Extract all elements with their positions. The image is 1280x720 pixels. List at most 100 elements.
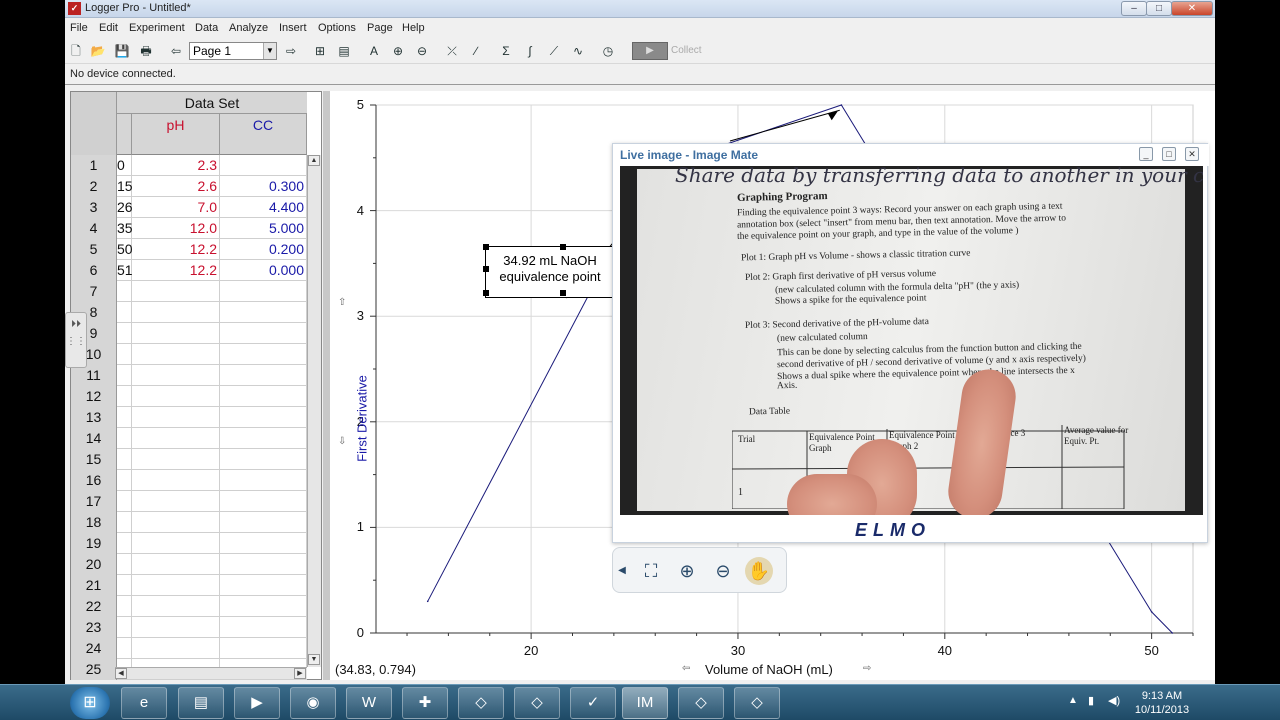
tangent-icon[interactable]: ∕ — [467, 42, 485, 60]
table-row[interactable]: 5 50 12.2 0.200 — [71, 239, 307, 260]
cell-volume[interactable] — [117, 386, 132, 407]
cell-ph[interactable] — [132, 617, 220, 638]
row-number[interactable]: 24 — [71, 638, 117, 659]
cell-volume[interactable] — [117, 470, 132, 491]
cell-cc[interactable] — [220, 365, 307, 386]
table-row[interactable]: 10 — [71, 344, 307, 365]
row-number[interactable]: 7 — [71, 281, 117, 302]
collapse-arrow-icon[interactable]: ◀ — [615, 557, 629, 585]
cell-volume[interactable] — [117, 323, 132, 344]
table-row[interactable]: 4 35 12.0 5.000 — [71, 218, 307, 239]
resize-handle[interactable] — [560, 290, 566, 296]
cell-ph[interactable] — [132, 344, 220, 365]
cell-volume[interactable] — [117, 344, 132, 365]
cell-volume[interactable]: 35 — [117, 218, 133, 239]
cell-ph[interactable] — [132, 323, 220, 344]
cell-cc[interactable] — [220, 344, 307, 365]
table-row[interactable]: 11 — [71, 365, 307, 386]
menu-page[interactable]: Page — [367, 22, 393, 34]
close-button[interactable]: ✕ — [1171, 1, 1213, 16]
cell-ph[interactable] — [132, 407, 220, 428]
minimize-icon[interactable]: _ — [1139, 147, 1153, 161]
cell-ph[interactable]: 2.3 — [132, 155, 220, 176]
table-row[interactable]: 17 — [71, 491, 307, 512]
table-row[interactable]: 9 — [71, 323, 307, 344]
table-row[interactable]: 14 — [71, 428, 307, 449]
cell-volume[interactable] — [117, 407, 132, 428]
meter-icon[interactable]: ▤ — [335, 42, 353, 60]
table-horizontal-scrollbar[interactable]: ◀ ▶ — [115, 667, 307, 679]
cell-volume[interactable] — [117, 575, 132, 596]
menu-help[interactable]: Help — [402, 22, 425, 34]
next-page-icon[interactable]: ⇨ — [282, 42, 300, 60]
cell-ph[interactable]: 7.0 — [132, 197, 220, 218]
cell-ph[interactable] — [132, 638, 220, 659]
cell-cc[interactable]: 0.200 — [220, 239, 307, 260]
save-icon[interactable]: 💾 — [113, 42, 131, 60]
table-row[interactable]: 1 0 2.3 — [71, 155, 307, 176]
cell-cc[interactable] — [220, 533, 307, 554]
cell-cc[interactable]: 4.400 — [220, 197, 307, 218]
row-number[interactable]: 25 — [71, 659, 117, 680]
cell-ph[interactable] — [132, 365, 220, 386]
app-icon[interactable]: ◇ — [458, 687, 504, 719]
row-number[interactable]: 3 — [71, 197, 117, 218]
cell-cc[interactable]: 5.000 — [220, 218, 307, 239]
cell-volume[interactable] — [117, 428, 132, 449]
cell-cc[interactable] — [220, 617, 307, 638]
table-collapse-handle[interactable]: ⏵⏵ ⋮⋮ — [65, 312, 87, 368]
maximize-icon[interactable]: □ — [1162, 147, 1176, 161]
cell-volume[interactable]: 0 — [117, 155, 132, 176]
scroll-left-icon[interactable]: ◀ — [115, 668, 127, 679]
cell-cc[interactable] — [220, 407, 307, 428]
row-number[interactable]: 18 — [71, 512, 117, 533]
table-row[interactable]: 15 — [71, 449, 307, 470]
zoom-out-icon[interactable]: ⊖ — [709, 557, 737, 585]
cell-ph[interactable] — [132, 281, 220, 302]
row-number[interactable]: 16 — [71, 470, 117, 491]
zoom-out-icon[interactable]: ⊖ — [413, 42, 431, 60]
menu-edit[interactable]: Edit — [99, 22, 118, 34]
cell-cc[interactable] — [220, 449, 307, 470]
table-row[interactable]: 13 — [71, 407, 307, 428]
cell-ph[interactable]: 12.2 — [132, 239, 220, 260]
menu-file[interactable]: File — [70, 22, 88, 34]
cell-volume[interactable] — [117, 533, 132, 554]
cell-ph[interactable] — [132, 470, 220, 491]
table-row[interactable]: 7 — [71, 281, 307, 302]
stopwatch-icon[interactable]: ◷ — [599, 42, 617, 60]
resize-handle[interactable] — [483, 290, 489, 296]
y-axis-down-arrow-icon[interactable]: ⇩ — [338, 436, 346, 447]
close-icon[interactable]: ✕ — [1185, 147, 1199, 161]
resize-handle[interactable] — [483, 266, 489, 272]
table-row[interactable]: 23 — [71, 617, 307, 638]
cell-cc[interactable] — [220, 281, 307, 302]
cell-cc[interactable] — [220, 323, 307, 344]
resize-handle[interactable] — [560, 244, 566, 250]
pane-splitter[interactable] — [323, 91, 330, 680]
app-icon[interactable]: ◇ — [678, 687, 724, 719]
app-icon[interactable]: ✚ — [402, 687, 448, 719]
collect-button[interactable]: Collect — [671, 45, 702, 56]
row-number[interactable]: 13 — [71, 407, 117, 428]
minimize-button[interactable]: – — [1121, 1, 1147, 16]
cell-ph[interactable] — [132, 428, 220, 449]
row-number[interactable]: 22 — [71, 596, 117, 617]
cell-volume[interactable] — [117, 596, 132, 617]
menu-experiment[interactable]: Experiment — [129, 22, 185, 34]
table-row[interactable]: 24 — [71, 638, 307, 659]
cell-ph[interactable] — [132, 449, 220, 470]
cell-cc[interactable] — [220, 470, 307, 491]
row-number[interactable]: 23 — [71, 617, 117, 638]
autoscale-icon[interactable]: A — [365, 42, 383, 60]
start-button[interactable]: ⊞ — [70, 687, 110, 719]
row-number[interactable]: 1 — [71, 155, 117, 176]
table-vertical-scrollbar[interactable]: ▲ ▼ — [307, 155, 321, 667]
table-row[interactable]: 12 — [71, 386, 307, 407]
cell-volume[interactable] — [117, 554, 132, 575]
x-axis-left-arrow-icon[interactable]: ⇦ — [682, 663, 690, 674]
cell-cc[interactable]: 0.300 — [220, 176, 307, 197]
scroll-up-icon[interactable]: ▲ — [308, 155, 320, 166]
row-number[interactable]: 5 — [71, 239, 117, 260]
table-icon[interactable]: ⊞ — [311, 42, 329, 60]
